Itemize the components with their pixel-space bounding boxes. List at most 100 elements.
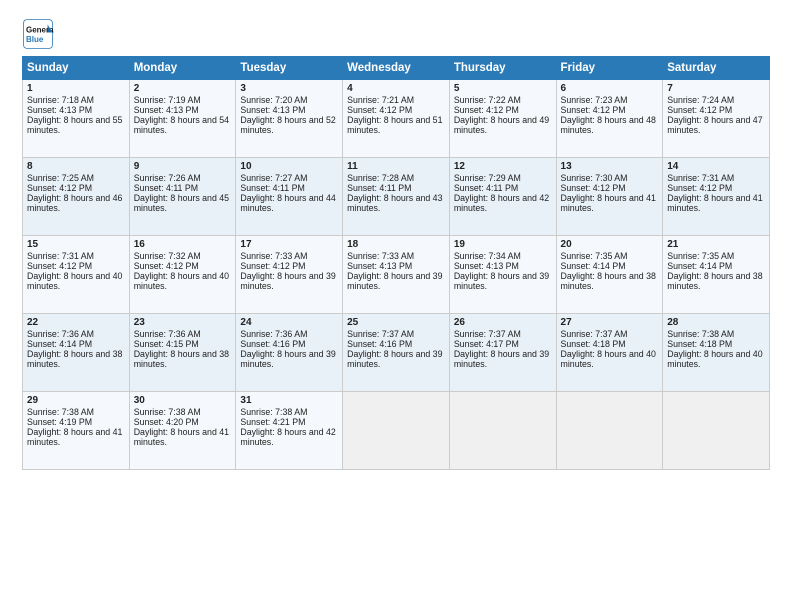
day-cell: 12Sunrise: 7:29 AMSunset: 4:11 PMDayligh…: [449, 158, 556, 236]
sunset: Sunset: 4:16 PM: [240, 339, 305, 349]
sunset: Sunset: 4:11 PM: [134, 183, 198, 193]
sunrise: Sunrise: 7:33 AM: [240, 251, 307, 261]
daylight: Daylight: 8 hours and 47 minutes.: [667, 115, 762, 135]
sunset: Sunset: 4:20 PM: [134, 417, 199, 427]
day-cell: 11Sunrise: 7:28 AMSunset: 4:11 PMDayligh…: [343, 158, 450, 236]
daylight: Daylight: 8 hours and 39 minutes.: [347, 271, 442, 291]
sunrise: Sunrise: 7:35 AM: [561, 251, 628, 261]
day-cell: 25Sunrise: 7:37 AMSunset: 4:16 PMDayligh…: [343, 314, 450, 392]
sunrise: Sunrise: 7:38 AM: [134, 407, 201, 417]
col-header-wednesday: Wednesday: [343, 57, 450, 80]
day-number: 31: [240, 395, 338, 406]
sunset: Sunset: 4:12 PM: [134, 261, 199, 271]
day-number: 14: [667, 161, 765, 172]
day-number: 19: [454, 239, 552, 250]
daylight: Daylight: 8 hours and 39 minutes.: [240, 349, 335, 369]
day-cell: 10Sunrise: 7:27 AMSunset: 4:11 PMDayligh…: [236, 158, 343, 236]
sunrise: Sunrise: 7:23 AM: [561, 95, 628, 105]
sunset: Sunset: 4:12 PM: [27, 261, 92, 271]
day-number: 17: [240, 239, 338, 250]
col-header-monday: Monday: [129, 57, 236, 80]
sunset: Sunset: 4:12 PM: [347, 105, 412, 115]
sunset: Sunset: 4:12 PM: [454, 105, 519, 115]
sunset: Sunset: 4:13 PM: [134, 105, 199, 115]
day-cell: 31Sunrise: 7:38 AMSunset: 4:21 PMDayligh…: [236, 392, 343, 470]
week-row-5: 29Sunrise: 7:38 AMSunset: 4:19 PMDayligh…: [23, 392, 770, 470]
day-number: 5: [454, 83, 552, 94]
day-cell: 19Sunrise: 7:34 AMSunset: 4:13 PMDayligh…: [449, 236, 556, 314]
day-number: 10: [240, 161, 338, 172]
day-number: 28: [667, 317, 765, 328]
daylight: Daylight: 8 hours and 51 minutes.: [347, 115, 442, 135]
day-number: 3: [240, 83, 338, 94]
sunrise: Sunrise: 7:35 AM: [667, 251, 734, 261]
daylight: Daylight: 8 hours and 38 minutes.: [134, 349, 229, 369]
daylight: Daylight: 8 hours and 42 minutes.: [240, 427, 335, 447]
sunrise: Sunrise: 7:37 AM: [454, 329, 521, 339]
sunset: Sunset: 4:11 PM: [347, 183, 411, 193]
daylight: Daylight: 8 hours and 43 minutes.: [347, 193, 442, 213]
sunrise: Sunrise: 7:38 AM: [667, 329, 734, 339]
daylight: Daylight: 8 hours and 54 minutes.: [134, 115, 229, 135]
sunrise: Sunrise: 7:33 AM: [347, 251, 414, 261]
week-row-4: 22Sunrise: 7:36 AMSunset: 4:14 PMDayligh…: [23, 314, 770, 392]
day-number: 4: [347, 83, 445, 94]
daylight: Daylight: 8 hours and 40 minutes.: [27, 271, 122, 291]
day-cell: 4Sunrise: 7:21 AMSunset: 4:12 PMDaylight…: [343, 80, 450, 158]
sunset: Sunset: 4:12 PM: [240, 261, 305, 271]
day-number: 25: [347, 317, 445, 328]
daylight: Daylight: 8 hours and 39 minutes.: [454, 271, 549, 291]
sunset: Sunset: 4:14 PM: [667, 261, 732, 271]
day-cell: 8Sunrise: 7:25 AMSunset: 4:12 PMDaylight…: [23, 158, 130, 236]
sunrise: Sunrise: 7:29 AM: [454, 173, 521, 183]
day-cell: 28Sunrise: 7:38 AMSunset: 4:18 PMDayligh…: [663, 314, 770, 392]
day-cell: 14Sunrise: 7:31 AMSunset: 4:12 PMDayligh…: [663, 158, 770, 236]
daylight: Daylight: 8 hours and 40 minutes.: [134, 271, 229, 291]
sunset: Sunset: 4:16 PM: [347, 339, 412, 349]
col-header-friday: Friday: [556, 57, 663, 80]
sunrise: Sunrise: 7:22 AM: [454, 95, 521, 105]
daylight: Daylight: 8 hours and 39 minutes.: [454, 349, 549, 369]
day-number: 18: [347, 239, 445, 250]
day-cell: [663, 392, 770, 470]
calendar-header: SundayMondayTuesdayWednesdayThursdayFrid…: [23, 57, 770, 80]
sunrise: Sunrise: 7:31 AM: [27, 251, 94, 261]
day-cell: 15Sunrise: 7:31 AMSunset: 4:12 PMDayligh…: [23, 236, 130, 314]
sunset: Sunset: 4:18 PM: [561, 339, 626, 349]
day-cell: 20Sunrise: 7:35 AMSunset: 4:14 PMDayligh…: [556, 236, 663, 314]
sunset: Sunset: 4:21 PM: [240, 417, 305, 427]
sunset: Sunset: 4:11 PM: [454, 183, 518, 193]
sunrise: Sunrise: 7:32 AM: [134, 251, 201, 261]
daylight: Daylight: 8 hours and 45 minutes.: [134, 193, 229, 213]
day-cell: 27Sunrise: 7:37 AMSunset: 4:18 PMDayligh…: [556, 314, 663, 392]
day-cell: 7Sunrise: 7:24 AMSunset: 4:12 PMDaylight…: [663, 80, 770, 158]
daylight: Daylight: 8 hours and 41 minutes.: [667, 193, 762, 213]
day-cell: 22Sunrise: 7:36 AMSunset: 4:14 PMDayligh…: [23, 314, 130, 392]
day-number: 13: [561, 161, 659, 172]
daylight: Daylight: 8 hours and 38 minutes.: [561, 271, 656, 291]
daylight: Daylight: 8 hours and 48 minutes.: [561, 115, 656, 135]
sunrise: Sunrise: 7:36 AM: [240, 329, 307, 339]
day-number: 1: [27, 83, 125, 94]
sunrise: Sunrise: 7:36 AM: [134, 329, 201, 339]
sunrise: Sunrise: 7:25 AM: [27, 173, 94, 183]
day-number: 30: [134, 395, 232, 406]
sunrise: Sunrise: 7:38 AM: [27, 407, 94, 417]
sunset: Sunset: 4:13 PM: [240, 105, 305, 115]
daylight: Daylight: 8 hours and 39 minutes.: [347, 349, 442, 369]
day-cell: 1Sunrise: 7:18 AMSunset: 4:13 PMDaylight…: [23, 80, 130, 158]
logo: General Blue: [22, 18, 58, 50]
day-cell: 26Sunrise: 7:37 AMSunset: 4:17 PMDayligh…: [449, 314, 556, 392]
daylight: Daylight: 8 hours and 38 minutes.: [667, 271, 762, 291]
sunset: Sunset: 4:12 PM: [667, 183, 732, 193]
daylight: Daylight: 8 hours and 41 minutes.: [134, 427, 229, 447]
sunrise: Sunrise: 7:38 AM: [240, 407, 307, 417]
calendar-table: SundayMondayTuesdayWednesdayThursdayFrid…: [22, 56, 770, 470]
day-cell: 2Sunrise: 7:19 AMSunset: 4:13 PMDaylight…: [129, 80, 236, 158]
svg-text:Blue: Blue: [26, 35, 44, 44]
sunset: Sunset: 4:13 PM: [347, 261, 412, 271]
sunrise: Sunrise: 7:37 AM: [347, 329, 414, 339]
sunset: Sunset: 4:12 PM: [27, 183, 92, 193]
day-number: 2: [134, 83, 232, 94]
col-header-saturday: Saturday: [663, 57, 770, 80]
